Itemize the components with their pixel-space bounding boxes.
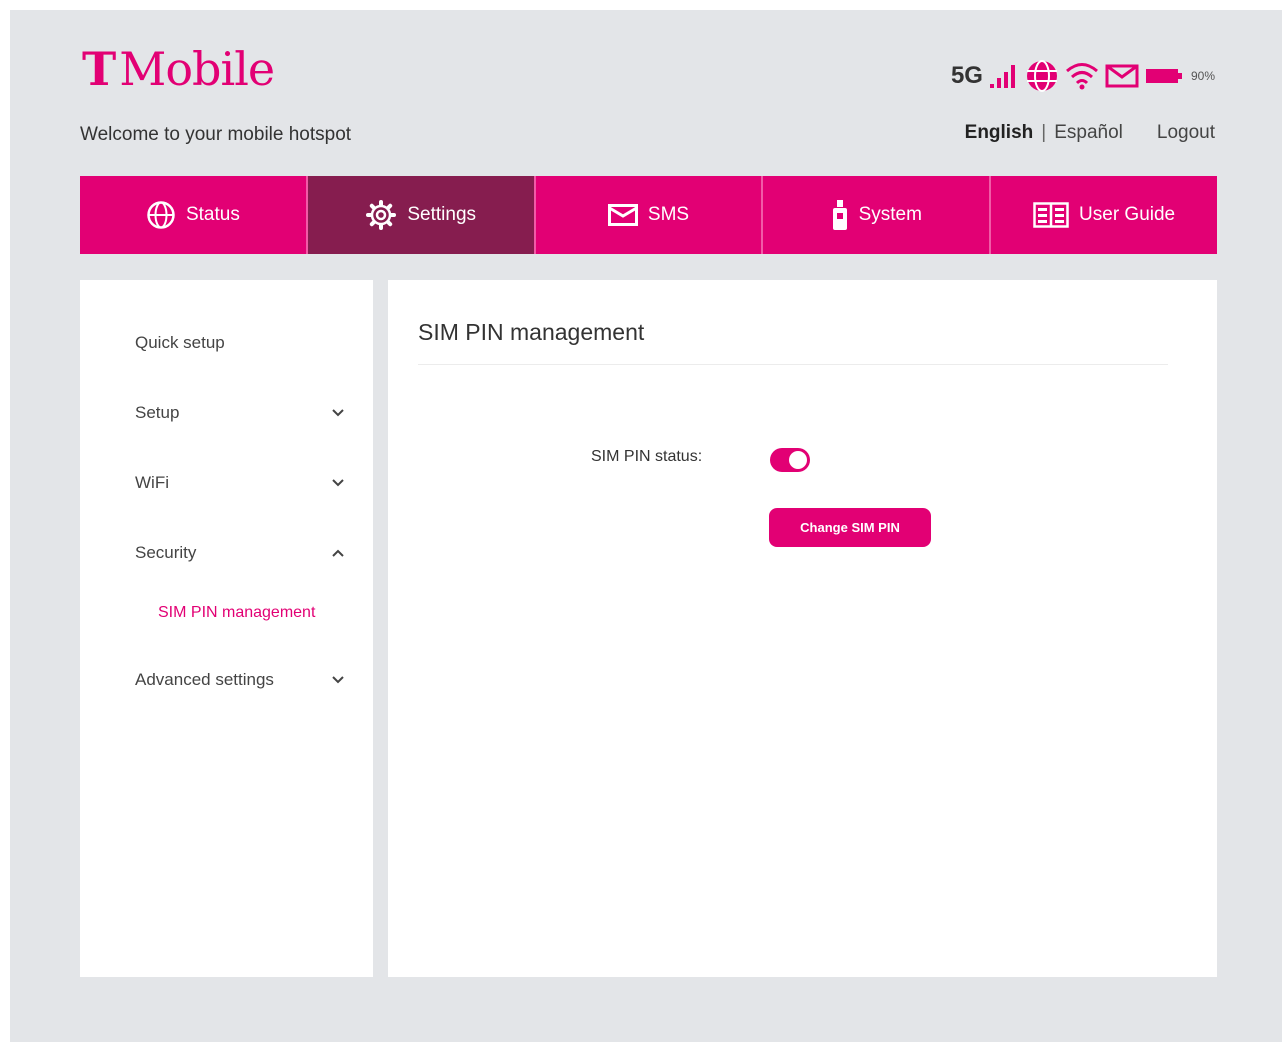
logo-t-mark: T: [82, 42, 116, 96]
language-spanish-link[interactable]: Español: [1054, 122, 1123, 144]
device-icon: [832, 200, 847, 230]
chevron-down-icon: [332, 479, 344, 487]
book-icon: [1033, 202, 1069, 228]
language-english-link[interactable]: English: [965, 122, 1034, 144]
main-nav: Status Settings SMS System User Guide: [80, 176, 1217, 254]
nav-tab-label: Status: [185, 204, 240, 225]
status-bar: 5G 90%: [951, 58, 1215, 94]
globe-icon: [147, 201, 175, 229]
sim-pin-status-label: SIM PIN status:: [591, 448, 703, 465]
message-icon: [1105, 64, 1139, 88]
sidebar-item-label: WiFi: [135, 473, 169, 492]
sidebar-item-quick-setup[interactable]: Quick setup: [135, 328, 345, 358]
nav-tab-label: SMS: [647, 204, 690, 225]
sidebar-item-setup[interactable]: Setup: [135, 398, 345, 428]
chevron-down-icon: [332, 409, 344, 417]
sim-pin-status-toggle[interactable]: [770, 448, 810, 472]
nav-tab-label: Settings: [407, 204, 477, 225]
sidebar-subitem-sim-pin-management[interactable]: SIM PIN management: [158, 604, 315, 622]
chevron-up-icon: [332, 549, 344, 557]
sidebar-item-advanced-settings[interactable]: Advanced settings: [135, 665, 345, 695]
nav-tab-user-guide[interactable]: User Guide: [991, 176, 1217, 254]
nav-tab-sms[interactable]: SMS: [536, 176, 764, 254]
nav-tab-label: User Guide: [1079, 204, 1176, 225]
page-title: SIM PIN management: [418, 319, 645, 345]
title-divider: [418, 364, 1168, 365]
welcome-text: Welcome to your mobile hotspot: [80, 124, 352, 145]
nav-tab-settings[interactable]: Settings: [307, 176, 536, 254]
language-bar: English | Español Logout: [965, 122, 1215, 144]
envelope-icon: [607, 204, 638, 226]
sidebar-item-label: Setup: [135, 403, 180, 422]
settings-sidebar: Quick setup Setup WiFi Security SIM PIN …: [80, 280, 373, 977]
language-separator: |: [1041, 122, 1047, 143]
nav-tab-status[interactable]: Status: [80, 176, 308, 254]
toggle-knob: [789, 451, 807, 469]
logo-wordmark: Mobile: [119, 42, 275, 96]
wifi-icon: [1065, 63, 1098, 90]
signal-icon: [989, 65, 1015, 88]
chevron-down-icon: [332, 676, 344, 684]
gear-icon: [366, 200, 397, 230]
content-panel: SIM PIN management SIM PIN status: Chang…: [388, 280, 1217, 977]
battery-icon: [1145, 69, 1182, 83]
sidebar-item-label: Security: [135, 543, 197, 562]
sidebar-item-wifi[interactable]: WiFi: [135, 468, 345, 498]
battery-percent: 90%: [1190, 69, 1215, 83]
nav-tab-label: System: [858, 204, 922, 225]
sidebar-item-label: Advanced settings: [135, 670, 274, 689]
sidebar-item-security[interactable]: Security: [135, 538, 345, 568]
internet-globe-icon: [1026, 60, 1057, 92]
network-type: 5G: [950, 62, 983, 89]
logout-link[interactable]: Logout: [1157, 122, 1215, 144]
change-sim-pin-button[interactable]: Change SIM PIN: [769, 508, 931, 547]
tmobile-logo[interactable]: TMobile: [82, 46, 275, 92]
sidebar-item-label: Quick setup: [135, 333, 225, 352]
nav-tab-system[interactable]: System: [763, 176, 992, 254]
